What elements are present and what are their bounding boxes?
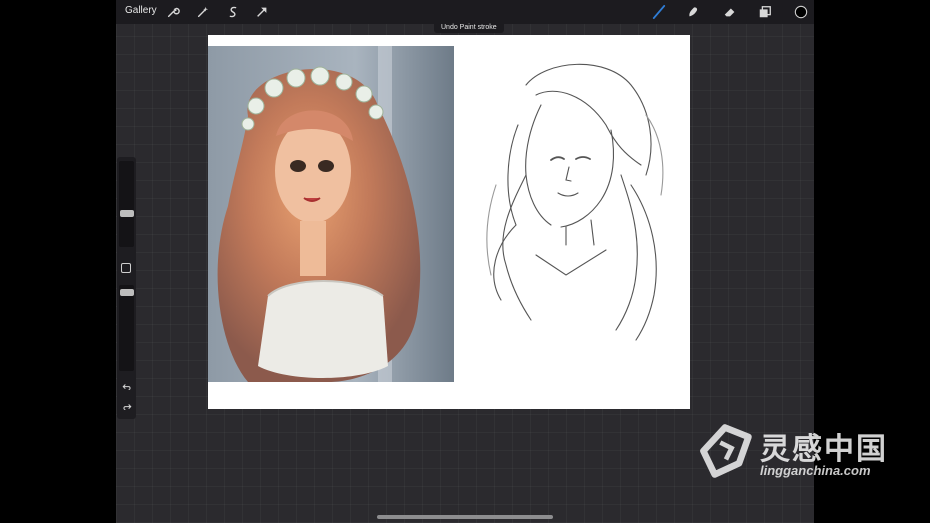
transform-arrow-icon[interactable]: [253, 3, 271, 21]
home-indicator: [377, 515, 553, 519]
selection-icon[interactable]: [224, 3, 242, 21]
watermark-logo-icon: [700, 424, 752, 478]
modify-button[interactable]: [121, 263, 131, 273]
layers-icon[interactable]: [756, 3, 774, 21]
character-sketch: [466, 55, 686, 355]
watermark: 灵感中国 lingganchina.com: [690, 418, 920, 484]
top-toolbar: Gallery: [116, 0, 814, 24]
drawing-canvas[interactable]: [208, 35, 690, 409]
smudge-icon[interactable]: [684, 3, 702, 21]
gallery-button[interactable]: Gallery: [125, 5, 157, 16]
watermark-url: lingganchina.com: [760, 463, 871, 478]
reference-photo: [208, 46, 454, 382]
magic-wand-icon[interactable]: [194, 3, 212, 21]
color-swatch[interactable]: [792, 3, 810, 21]
undo-toast: Undo Paint stroke: [434, 23, 504, 33]
brush-size-thumb[interactable]: [120, 210, 134, 217]
redo-icon[interactable]: [120, 402, 133, 414]
wrench-icon[interactable]: [164, 3, 182, 21]
opacity-thumb[interactable]: [120, 289, 134, 296]
watermark-text: 灵感中国: [760, 433, 888, 466]
eraser-icon[interactable]: [721, 3, 739, 21]
undo-icon[interactable]: [120, 382, 133, 394]
left-sidebar: [117, 157, 136, 419]
brush-size-slider[interactable]: [119, 161, 134, 247]
brush-icon[interactable]: [650, 3, 668, 21]
opacity-slider[interactable]: [119, 285, 134, 371]
